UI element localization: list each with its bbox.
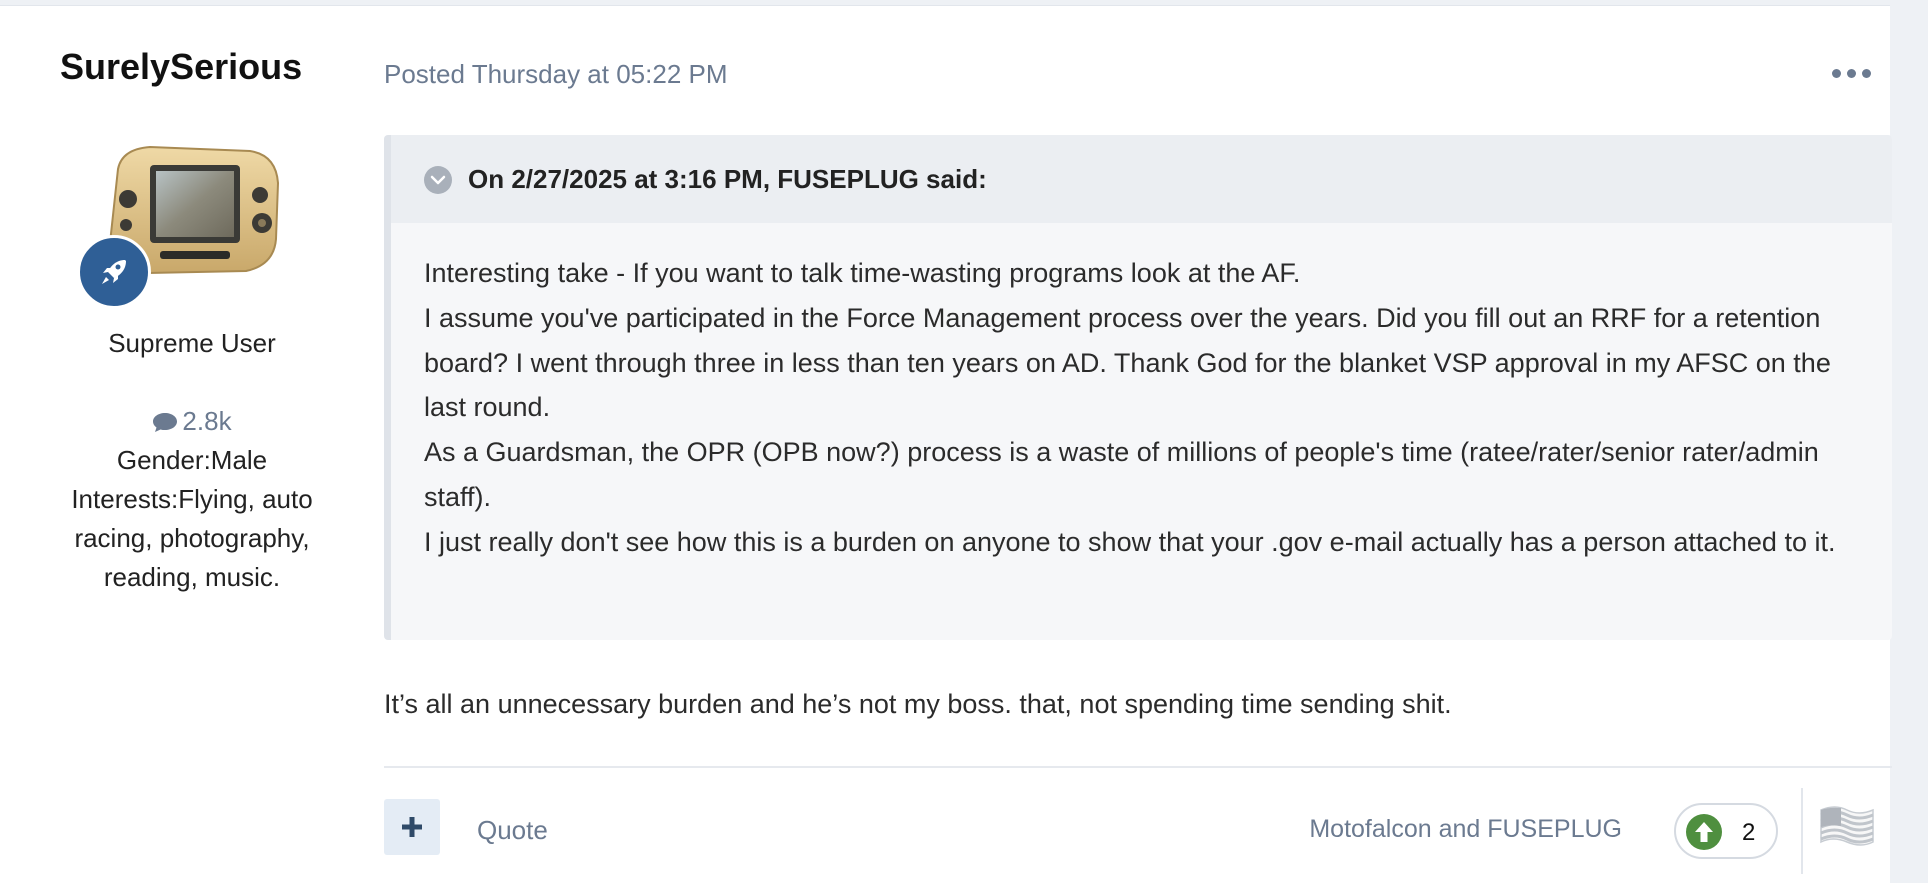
divider (384, 766, 1892, 768)
quote-button[interactable]: Quote (477, 815, 548, 846)
rocket-icon (102, 260, 126, 284)
react-button[interactable] (1817, 802, 1881, 858)
rank-badge[interactable] (77, 235, 151, 309)
quote-block: On 2/27/2025 at 3:16 PM, FUSEPLUG said: … (384, 135, 1892, 640)
multiquote-button[interactable] (384, 799, 440, 855)
us-flag-icon (1820, 806, 1874, 846)
reaction-summary[interactable]: 2 (1674, 803, 1778, 859)
forum-post: SurelySerious Supreme User 2.8k Gender:M… (0, 5, 1892, 883)
author-field-gender: Gender:Male (116, 445, 268, 475)
plus-icon (402, 817, 422, 837)
quote-line: I just really don't see how this is a bu… (424, 526, 1836, 557)
comment-icon (153, 413, 178, 432)
chevron-down-icon[interactable] (424, 166, 452, 194)
post-body-text: It’s all an unnecessary burden and he’s … (384, 689, 1452, 719)
ellipsis-icon (1832, 69, 1841, 78)
divider (1801, 788, 1803, 874)
quote-line: As a Guardsman, the OPR (OPB now?) proce… (424, 437, 1819, 512)
quote-line: Interesting take - If you want to talk t… (424, 258, 1301, 288)
more-options-button[interactable] (1830, 58, 1874, 88)
upvote-icon (1686, 814, 1722, 850)
quote-citation: On 2/27/2025 at 3:16 PM, FUSEPLUG said: (468, 164, 987, 194)
quote-body: Interesting take - If you want to talk t… (424, 251, 1874, 565)
author-rank-title: Supreme User (108, 328, 276, 358)
post-count-value: 2.8k (182, 406, 232, 436)
quote-line: I assume you've participated in the Forc… (424, 302, 1831, 423)
post-timestamp[interactable]: Posted Thursday at 05:22 PM (384, 59, 728, 90)
reaction-count: 2 (1742, 819, 1756, 846)
post-count[interactable]: 2.8k (0, 406, 384, 437)
author-field-interests: Interests:Flying, auto racing, photograp… (71, 484, 313, 592)
quote-header[interactable]: On 2/27/2025 at 3:16 PM, FUSEPLUG said: (391, 135, 1892, 223)
reaction-users-link[interactable]: Motofalcon and FUSEPLUG (1309, 815, 1622, 844)
author-name[interactable]: SurelySerious (60, 46, 302, 88)
